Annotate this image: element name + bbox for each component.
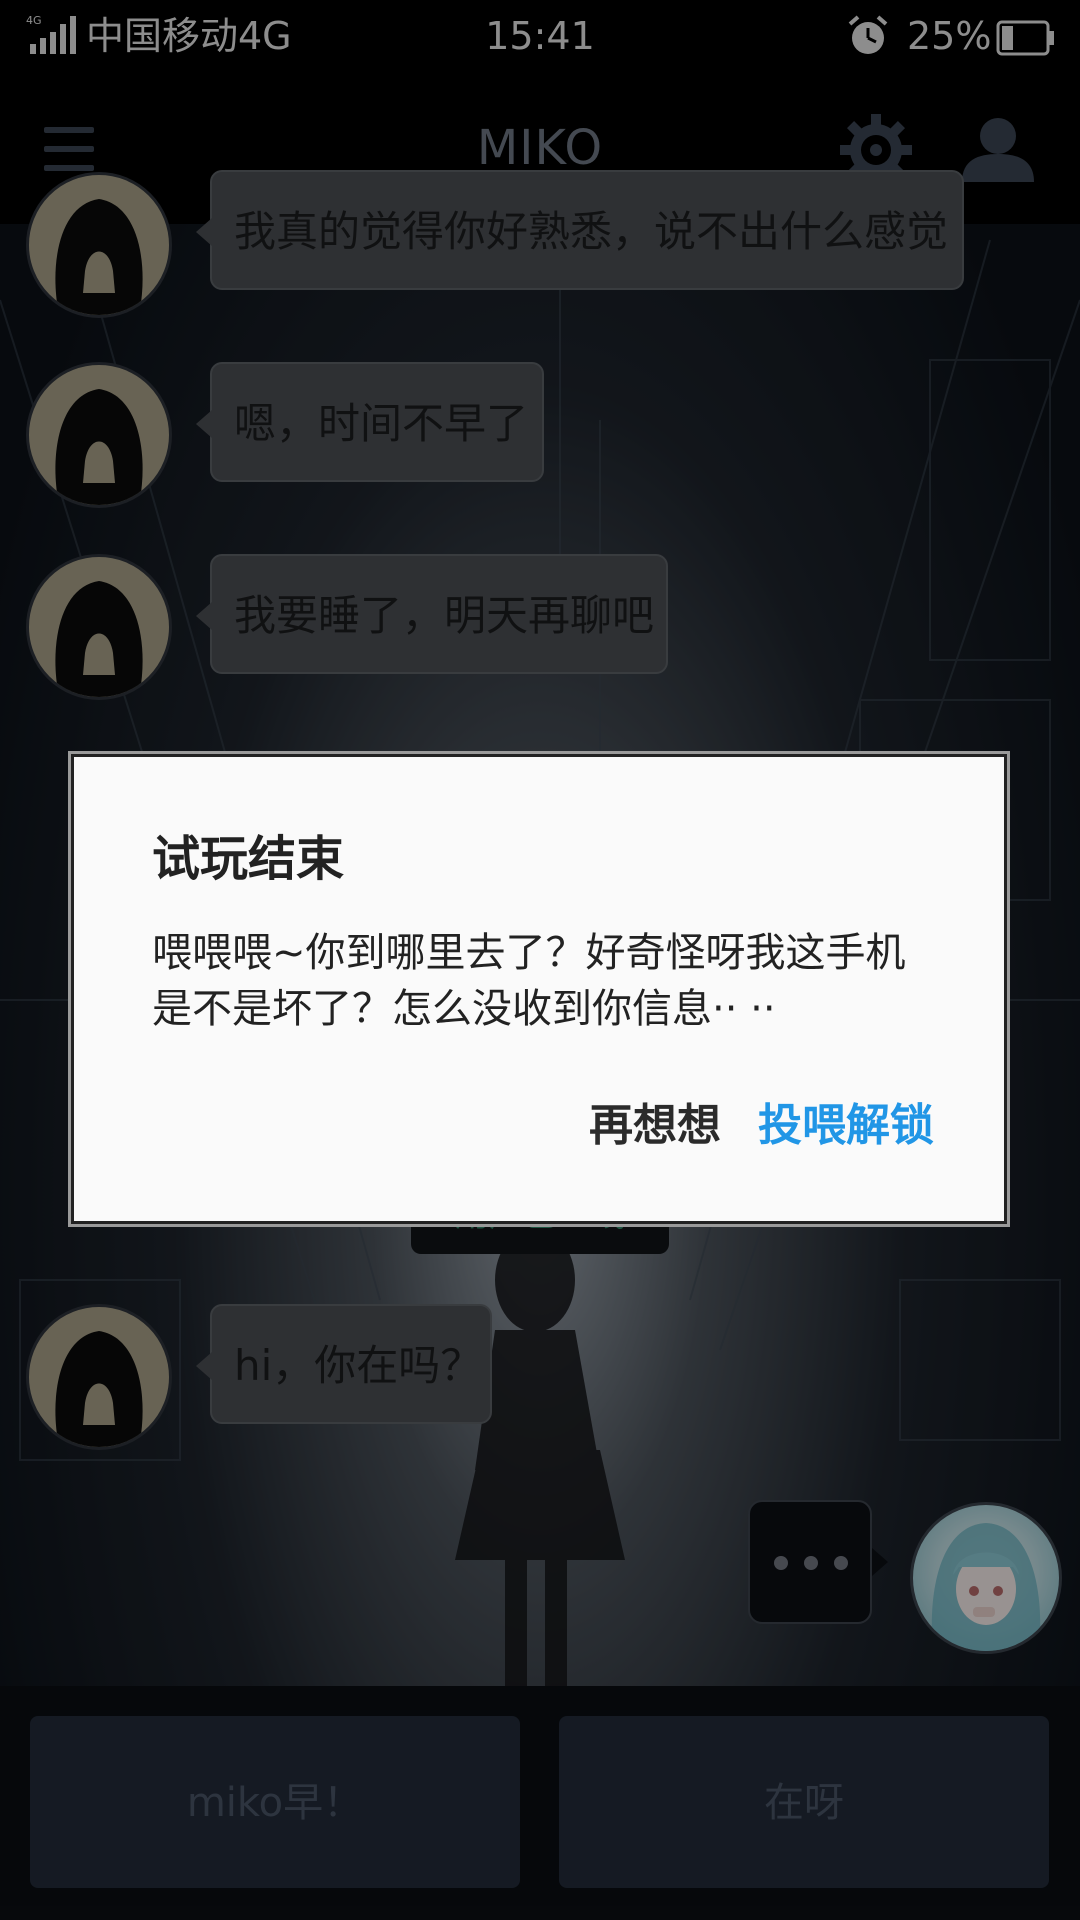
reconsider-button[interactable]: 再想想 bbox=[589, 1091, 721, 1161]
chat-screen: 4G 中国移动4G 15:41 25% MIKO 我真的觉得你好熟悉，说不出什么… bbox=[0, 0, 1080, 1920]
dialog-message: 喂喂喂~你到哪里去了？好奇怪呀我这手机是不是坏了？怎么没收到你信息·· ·· bbox=[152, 930, 906, 1032]
trial-ended-dialog: 试玩结束 喂喂喂~你到哪里去了？好奇怪呀我这手机是不是坏了？怎么没收到你信息··… bbox=[71, 754, 1007, 1224]
dialog-title: 试玩结束 bbox=[152, 831, 345, 887]
feed-unlock-button[interactable]: 投喂解锁 bbox=[758, 1091, 934, 1161]
